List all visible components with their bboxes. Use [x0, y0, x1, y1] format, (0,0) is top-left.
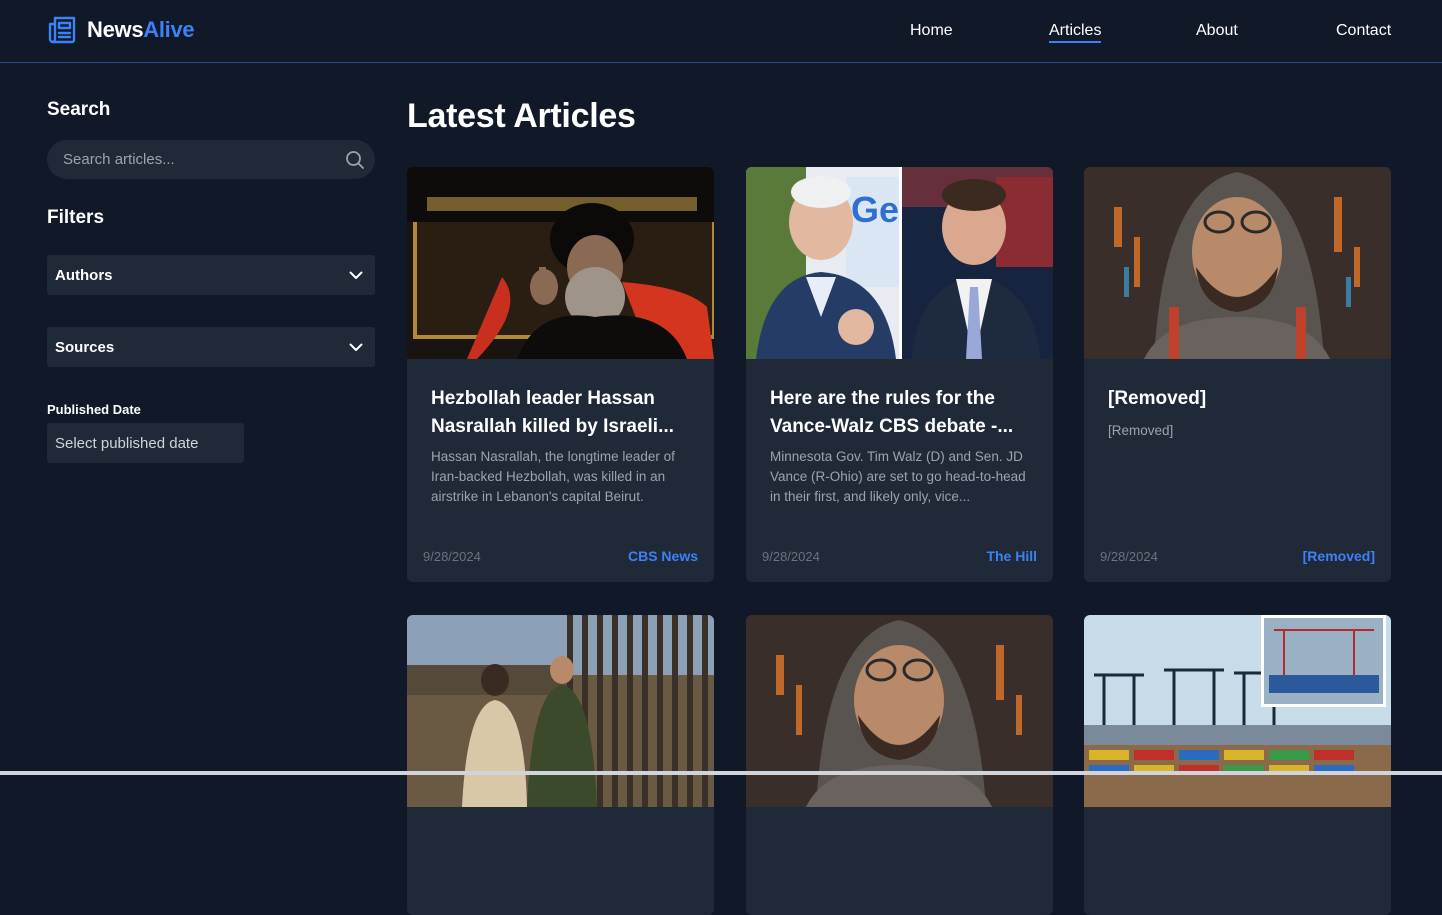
- article-title[interactable]: [Removed]: [1108, 385, 1370, 413]
- filters-heading: Filters: [47, 207, 105, 228]
- search-input[interactable]: Search articles...: [47, 140, 375, 179]
- brand-name: NewsAlive: [87, 17, 195, 42]
- search-placeholder: Search articles...: [63, 151, 175, 168]
- published-date-label: Published Date: [47, 402, 141, 417]
- sources-dropdown-label: Sources: [55, 338, 115, 356]
- article-card[interactable]: [746, 615, 1053, 915]
- sources-dropdown[interactable]: Sources: [47, 327, 375, 367]
- article-source[interactable]: The Hill: [986, 548, 1037, 564]
- article-description: [Removed]: [1108, 423, 1174, 438]
- article-title[interactable]: Here are the rules for the Vance-Walz CB…: [770, 385, 1032, 441]
- top-navbar: NewsAlive Home Articles About Contact: [0, 0, 1442, 63]
- article-image: [1084, 615, 1391, 807]
- article-card[interactable]: [407, 615, 714, 915]
- authors-dropdown[interactable]: Authors: [47, 255, 375, 295]
- svg-text:Ge: Ge: [851, 189, 899, 230]
- article-image: [1084, 167, 1391, 359]
- article-title[interactable]: Hezbollah leader Hassan Nasrallah killed…: [431, 385, 693, 441]
- article-image: [407, 167, 714, 359]
- page-title: Latest Articles: [407, 97, 636, 135]
- nav-home-link[interactable]: Home: [910, 22, 953, 40]
- published-date-placeholder: Select published date: [55, 434, 199, 452]
- chevron-down-icon: [349, 339, 363, 356]
- authors-dropdown-label: Authors: [55, 266, 113, 284]
- article-card[interactable]: [Removed] [Removed] 9/28/2024 [Removed]: [1084, 167, 1391, 582]
- nav-contact-link[interactable]: Contact: [1336, 22, 1391, 40]
- article-source[interactable]: CBS News: [628, 548, 698, 564]
- nav-articles-link[interactable]: Articles: [1049, 22, 1102, 43]
- article-card[interactable]: Ge Here are the rules for the Vance-Walz…: [746, 167, 1053, 582]
- nav-about-link[interactable]: About: [1196, 22, 1238, 40]
- article-source[interactable]: [Removed]: [1303, 548, 1375, 564]
- article-description: Minnesota Gov. Tim Walz (D) and Sen. JD …: [770, 449, 1026, 504]
- article-card[interactable]: Hezbollah leader Hassan Nasrallah killed…: [407, 167, 714, 582]
- article-date: 9/28/2024: [423, 549, 481, 564]
- newspaper-icon: [48, 15, 78, 45]
- search-heading: Search: [47, 99, 111, 120]
- article-image: [407, 615, 714, 807]
- brand-logo[interactable]: NewsAlive: [48, 15, 195, 45]
- horizontal-scrollbar[interactable]: [0, 771, 1442, 775]
- chevron-down-icon: [349, 267, 363, 284]
- article-card[interactable]: [1084, 615, 1391, 915]
- article-date: 9/28/2024: [1100, 549, 1158, 564]
- article-image: Ge: [746, 167, 1053, 359]
- article-description: Hassan Nasrallah, the longtime leader of…: [431, 449, 675, 504]
- published-date-input[interactable]: Select published date: [47, 423, 244, 463]
- search-icon[interactable]: [345, 150, 365, 175]
- article-image: [746, 615, 1053, 807]
- article-date: 9/28/2024: [762, 549, 820, 564]
